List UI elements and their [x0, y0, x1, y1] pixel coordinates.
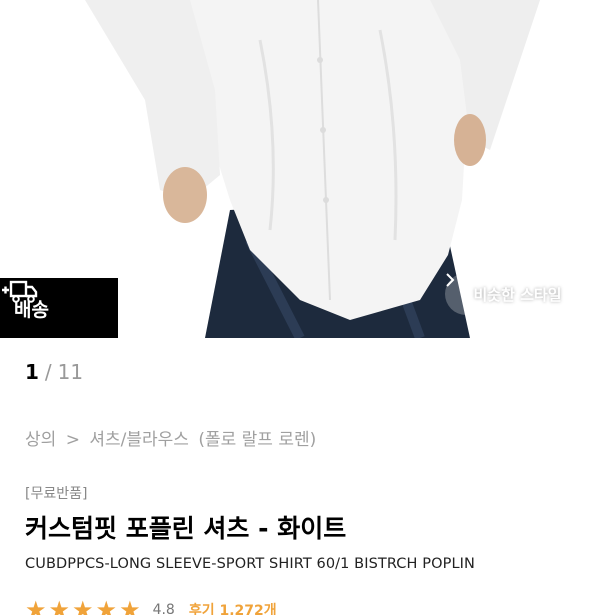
- star-icon: ★: [119, 596, 141, 615]
- star-icon: ★: [95, 596, 118, 615]
- similar-style-label: 비슷한 스타일: [473, 285, 562, 304]
- review-count-link[interactable]: 후기 1,272개: [189, 600, 277, 615]
- product-title: 커스텀핏 포플린 셔츠 - 화이트: [25, 514, 347, 543]
- star-icon: ★: [72, 596, 94, 615]
- delivery-truck-icon: [2, 280, 38, 303]
- star-icon: ★: [48, 596, 71, 615]
- star-icon: ★: [25, 596, 47, 615]
- delivery-badge[interactable]: 배송: [0, 278, 118, 338]
- breadcrumb-separator: >: [65, 430, 80, 450]
- breadcrumb-item-shirts[interactable]: 셔츠/블라우스: [89, 430, 189, 450]
- product-subtitle: CUBDPPCS-LONG SLEEVE-SPORT SHIRT 60/1 BI…: [25, 556, 475, 572]
- breadcrumb: 상의 > 셔츠/블라우스 (폴로 랄프 로렌): [25, 425, 320, 450]
- image-pager: 1/11: [25, 360, 83, 384]
- breadcrumb-item-top[interactable]: 상의: [25, 430, 56, 450]
- pager-separator: /: [44, 360, 52, 384]
- pager-current: 1: [25, 360, 39, 384]
- chevron-right-icon: [446, 273, 455, 287]
- product-image[interactable]: 배송 비슷한 스타일: [0, 0, 615, 338]
- breadcrumb-brand[interactable]: (폴로 랄프 로렌): [198, 430, 316, 450]
- rating-row[interactable]: ★ ★ ★ ★ ★ 4.8 후기 1,272개: [25, 596, 277, 615]
- pager-total: 11: [57, 360, 84, 384]
- rating-score: 4.8: [152, 602, 175, 615]
- free-return-badge: [무료반품]: [25, 486, 88, 502]
- similar-style-button[interactable]: 비슷한 스타일: [445, 273, 590, 315]
